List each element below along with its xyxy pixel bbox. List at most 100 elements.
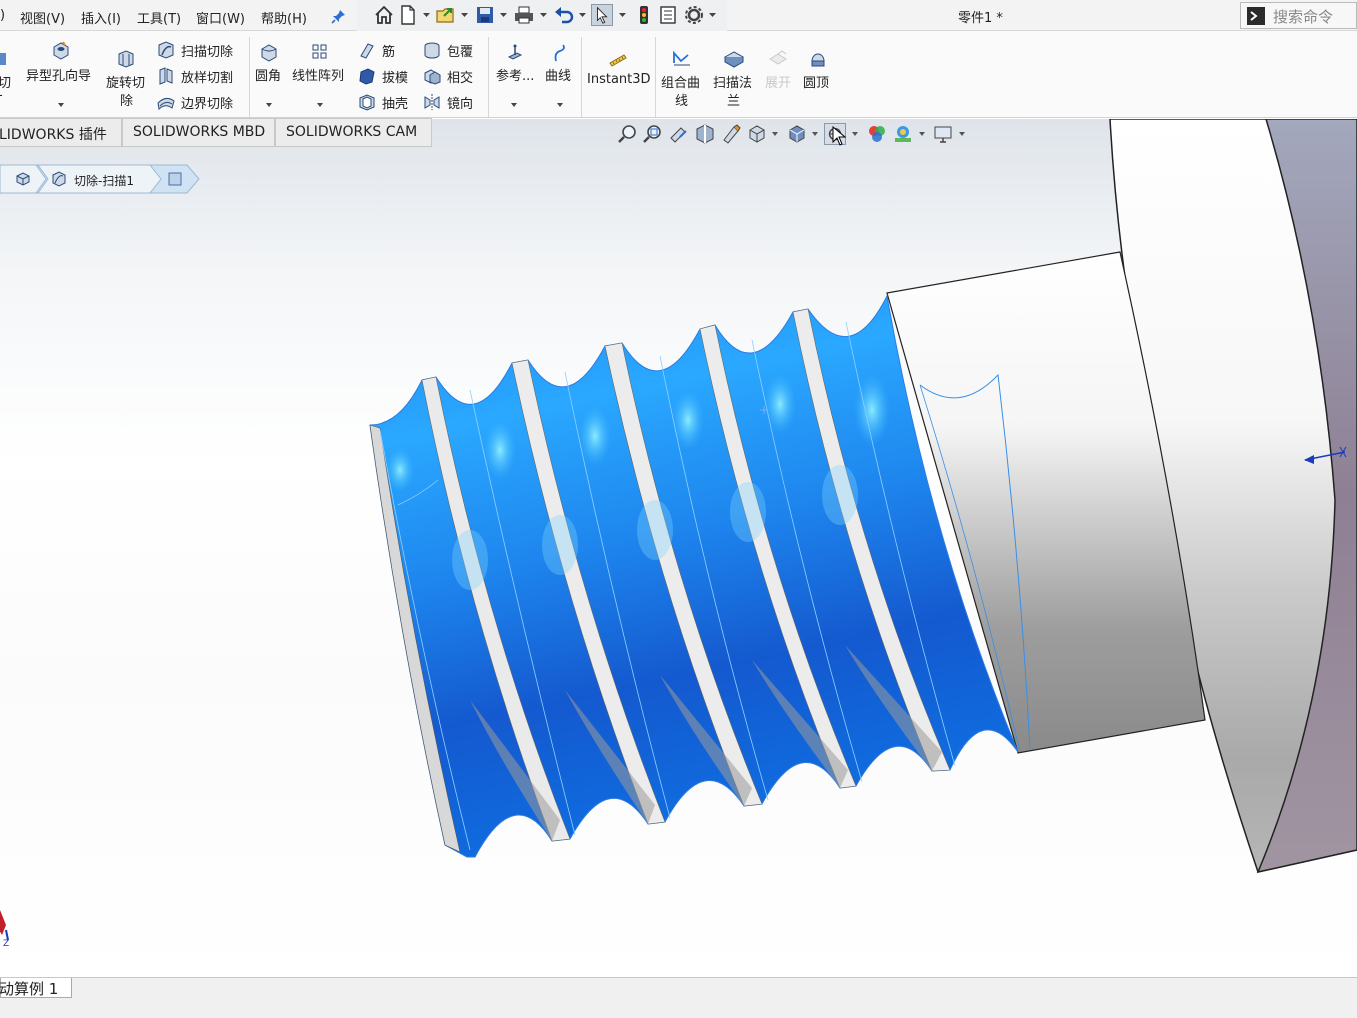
chevron-down-icon[interactable]: [959, 132, 965, 136]
mirror-button[interactable]: 镜向: [421, 91, 483, 113]
zoom-to-fit-icon[interactable]: [617, 123, 639, 145]
chevron-down-icon[interactable]: [919, 132, 925, 136]
rib-button[interactable]: 筋: [356, 39, 416, 61]
tab-label: LIDWORKS 插件: [0, 127, 107, 143]
dome-button[interactable]: 圆顶: [800, 31, 836, 115]
undo-icon[interactable]: [553, 4, 575, 26]
chevron-down-icon[interactable]: [709, 12, 716, 18]
chevron-down-icon[interactable]: [500, 12, 507, 18]
menu-help[interactable]: 帮助(H): [261, 8, 307, 27]
apply-scene-icon[interactable]: [892, 123, 914, 145]
unfold-button[interactable]: 展开: [762, 31, 796, 115]
reference-geometry-icon: [507, 44, 523, 60]
search-placeholder: 搜索命令: [1273, 8, 1334, 26]
mirror-icon: [424, 94, 440, 110]
draft-button[interactable]: 拔模: [356, 65, 416, 87]
new-document-icon[interactable]: [397, 4, 419, 26]
menu-file-fragment[interactable]: ): [0, 8, 5, 23]
part-icon[interactable]: [15, 171, 31, 187]
select-cursor-icon[interactable]: [591, 4, 613, 26]
chevron-down-icon[interactable]: [579, 12, 586, 18]
print-icon[interactable]: [513, 4, 535, 26]
linear-pattern-icon: [312, 44, 327, 59]
display-style-icon[interactable]: [786, 123, 808, 145]
wrap-button[interactable]: 包覆: [421, 39, 483, 61]
intersect-button[interactable]: 相交: [421, 65, 483, 87]
search-commands-input[interactable]: 搜索命令: [1240, 2, 1357, 29]
instant3d-button[interactable]: Instant3D: [584, 31, 652, 115]
study-tab[interactable]: 动算例 1: [0, 978, 72, 998]
chevron-down-icon[interactable]: [852, 132, 858, 136]
composite-curve-label-2: 线: [675, 94, 689, 109]
chevron-down-icon[interactable]: [812, 132, 818, 136]
part-model: Z: [0, 119, 1357, 949]
shell-button[interactable]: 抽壳: [356, 91, 416, 113]
graphics-area[interactable]: Z: [0, 119, 1357, 977]
save-icon[interactable]: [474, 4, 496, 26]
rib-icon: [360, 43, 374, 59]
hole-wizard-icon: [53, 41, 69, 60]
chevron-down-icon[interactable]: [423, 12, 430, 18]
previous-view-icon[interactable]: [668, 123, 690, 145]
lofted-cut-button[interactable]: 放样切割: [155, 65, 245, 87]
dome-label: 圆顶: [803, 76, 830, 91]
revolved-cut-button[interactable]: 旋转切 除: [104, 31, 150, 115]
hole-wizard-button[interactable]: 异型孔向导: [24, 31, 100, 115]
options-gear-icon[interactable]: [683, 4, 705, 26]
chevron-down-icon[interactable]: [772, 132, 778, 136]
curves-button[interactable]: 曲线: [542, 31, 578, 115]
swept-cut-button[interactable]: 扫描切除: [155, 39, 245, 61]
fillet-button[interactable]: 圆角: [252, 31, 286, 115]
edit-appearance-icon[interactable]: [866, 123, 888, 145]
chevron-down-icon[interactable]: [511, 103, 517, 107]
dynamic-annotation-icon[interactable]: [720, 123, 742, 145]
breadcrumb: 切除-扫描1: [0, 164, 200, 194]
fillet-icon: [261, 44, 277, 62]
reference-geometry-button[interactable]: 参考...: [494, 31, 536, 115]
zoom-to-area-icon[interactable]: [642, 123, 664, 145]
chevron-down-icon[interactable]: [540, 12, 547, 18]
rebuild-traffic-light-icon[interactable]: [633, 4, 655, 26]
tab-solidworks-addins[interactable]: LIDWORKS 插件: [0, 118, 122, 147]
draft-icon: [359, 68, 375, 85]
file-properties-icon[interactable]: [657, 4, 679, 26]
tab-solidworks-mbd[interactable]: SOLIDWORKS MBD: [122, 118, 275, 147]
intersect-icon: [424, 69, 441, 85]
chevron-down-icon[interactable]: [619, 12, 626, 18]
sketch-icon[interactable]: [168, 172, 182, 186]
boundary-cut-label: 边界切除: [181, 97, 234, 112]
tab-label: SOLIDWORKS MBD: [133, 124, 266, 140]
chevron-down-icon[interactable]: [461, 12, 468, 18]
chevron-down-icon[interactable]: [58, 103, 64, 107]
cut-extrude-button-fragment[interactable]: 切 -: [0, 31, 18, 111]
chevron-down-icon[interactable]: [317, 103, 323, 107]
linear-pattern-button[interactable]: 线性阵列: [290, 31, 352, 115]
open-folder-icon[interactable]: [435, 4, 457, 26]
composite-curve-button[interactable]: 组合曲 线: [658, 31, 706, 115]
menu-insert[interactable]: 插入(I): [81, 8, 121, 27]
view-orientation-icon[interactable]: [746, 123, 768, 145]
view-settings-icon[interactable]: [932, 123, 954, 145]
shell-label: 抽壳: [382, 97, 409, 112]
ribbon-separator: [581, 37, 582, 117]
swept-flange-label-2: 兰: [727, 94, 741, 109]
pin-icon[interactable]: [331, 8, 347, 24]
wrap-label: 包覆: [447, 45, 474, 60]
swept-cut-feature-icon[interactable]: [51, 171, 67, 187]
chevron-down-icon[interactable]: [266, 103, 272, 107]
menu-tools[interactable]: 工具(T): [137, 8, 181, 27]
menu-view[interactable]: 视图(V): [20, 8, 65, 27]
boundary-cut-button[interactable]: 边界切除: [155, 91, 245, 113]
curves-label: 曲线: [545, 69, 572, 84]
revolved-cut-label-2: 除: [120, 94, 134, 109]
breadcrumb-feature-label[interactable]: 切除-扫描1: [74, 172, 134, 189]
rib-label: 筋: [382, 45, 396, 60]
menu-window[interactable]: 窗口(W): [196, 8, 245, 27]
draft-label: 拔模: [382, 71, 409, 86]
chevron-down-icon[interactable]: [557, 103, 563, 107]
section-view-icon[interactable]: [694, 123, 716, 145]
instant3d-label: Instant3D: [587, 72, 651, 87]
tab-solidworks-cam[interactable]: SOLIDWORKS CAM: [275, 118, 432, 147]
home-icon[interactable]: [373, 4, 395, 26]
swept-flange-button[interactable]: 扫描法 兰: [710, 31, 758, 115]
